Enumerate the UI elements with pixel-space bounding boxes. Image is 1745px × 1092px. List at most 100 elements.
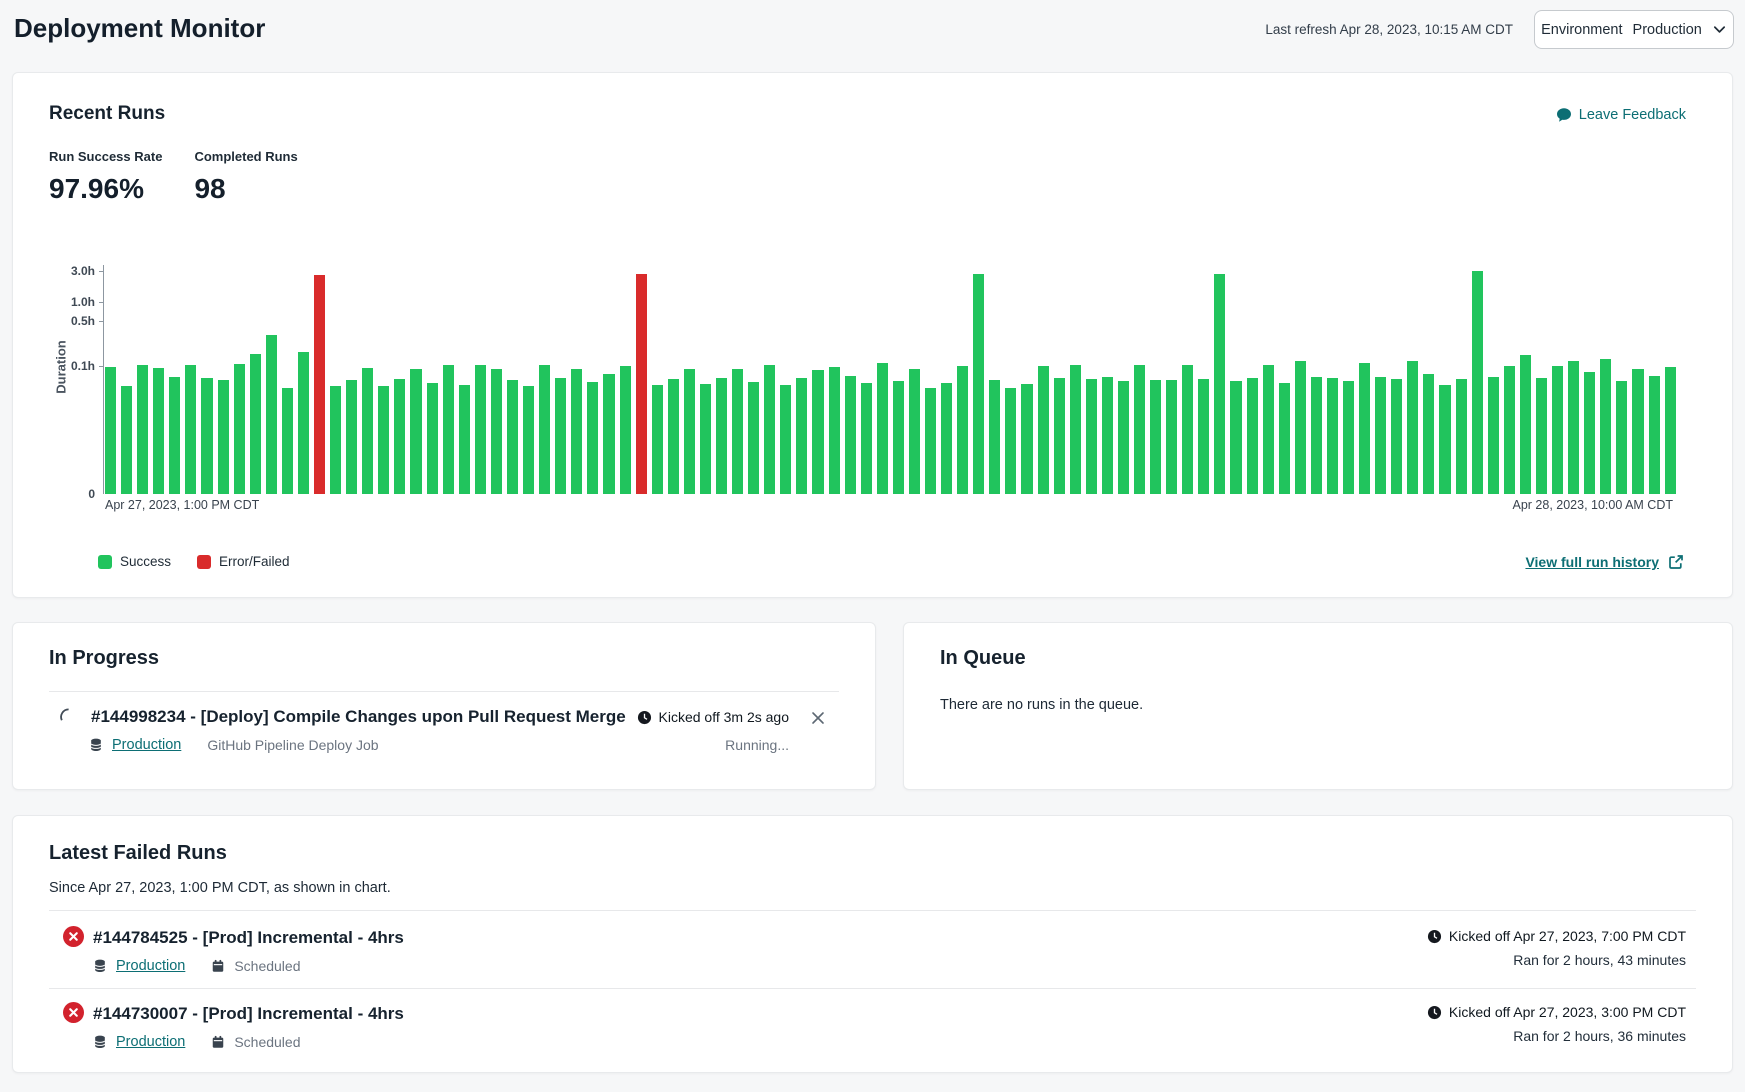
chart-bar[interactable] xyxy=(1343,381,1354,494)
chart-bar[interactable] xyxy=(1649,376,1660,494)
chart-bar[interactable] xyxy=(1263,365,1274,494)
chart-bar[interactable] xyxy=(780,385,791,494)
chart-bar[interactable] xyxy=(105,367,116,494)
chart-bar[interactable] xyxy=(298,352,309,494)
chart-bar[interactable] xyxy=(1488,377,1499,494)
view-full-run-history-link[interactable]: View full run history xyxy=(1525,554,1684,570)
chart-bar[interactable] xyxy=(941,383,952,494)
chart-bar[interactable] xyxy=(394,379,405,494)
chart-bar[interactable] xyxy=(362,368,373,494)
chart-bar[interactable] xyxy=(1038,366,1049,494)
chart-bar[interactable] xyxy=(1600,359,1611,494)
chart-bar[interactable] xyxy=(314,275,325,494)
chart-bar[interactable] xyxy=(266,335,277,494)
chart-bar[interactable] xyxy=(925,388,936,494)
chart-bar[interactable] xyxy=(1182,365,1193,494)
chart-bar[interactable] xyxy=(1327,378,1338,494)
chart-bar[interactable] xyxy=(620,366,631,494)
chart-bar[interactable] xyxy=(1472,271,1483,494)
chart-bar[interactable] xyxy=(700,384,711,494)
chart-bar[interactable] xyxy=(909,369,920,494)
environment-link[interactable]: Production xyxy=(112,737,181,753)
chart-bar[interactable] xyxy=(989,380,1000,494)
chart-bar[interactable] xyxy=(1134,365,1145,494)
chart-bar[interactable] xyxy=(973,274,984,494)
chart-bar[interactable] xyxy=(587,382,598,494)
chart-bar[interactable] xyxy=(636,274,647,494)
environment-link[interactable]: Production xyxy=(116,958,185,974)
chart-bar[interactable] xyxy=(1086,379,1097,494)
chart-bar[interactable] xyxy=(845,376,856,494)
chart-bar[interactable] xyxy=(539,365,550,494)
chart-bar[interactable] xyxy=(1279,383,1290,494)
environment-dropdown[interactable]: Environment Production xyxy=(1534,10,1734,49)
chart-bar[interactable] xyxy=(877,363,888,494)
chart-bar[interactable] xyxy=(652,385,663,494)
chart-bar[interactable] xyxy=(893,381,904,494)
chart-bar[interactable] xyxy=(121,386,132,494)
chart-bar[interactable] xyxy=(861,383,872,494)
chart-bar[interactable] xyxy=(1456,379,1467,494)
chart-bar[interactable] xyxy=(1632,369,1643,494)
chart-bar[interactable] xyxy=(1295,361,1306,494)
chart-bar[interactable] xyxy=(957,366,968,494)
chart-bar[interactable] xyxy=(218,380,229,494)
chart-bar[interactable] xyxy=(764,365,775,494)
chart-bar[interactable] xyxy=(555,378,566,494)
chart-bar[interactable] xyxy=(137,365,148,494)
chart-bar[interactable] xyxy=(475,365,486,494)
chart-bar[interactable] xyxy=(1230,381,1241,494)
chart-bar[interactable] xyxy=(169,377,180,494)
chart-bar[interactable] xyxy=(410,369,421,494)
chart-bar[interactable] xyxy=(796,378,807,494)
chart-bar[interactable] xyxy=(234,364,245,494)
chart-bar[interactable] xyxy=(1568,361,1579,494)
chart-bar[interactable] xyxy=(1021,384,1032,494)
chart-bar[interactable] xyxy=(378,386,389,494)
chart-bar[interactable] xyxy=(1005,388,1016,494)
chart-bar[interactable] xyxy=(1070,365,1081,494)
chart-bar[interactable] xyxy=(1536,378,1547,494)
chart-bar[interactable] xyxy=(330,386,341,494)
chart-bar[interactable] xyxy=(684,369,695,494)
chart-bar[interactable] xyxy=(443,365,454,494)
chart-bar[interactable] xyxy=(1054,378,1065,494)
chart-bar[interactable] xyxy=(282,388,293,494)
environment-link[interactable]: Production xyxy=(116,1034,185,1050)
chart-bar[interactable] xyxy=(201,378,212,494)
chart-bar[interactable] xyxy=(1616,381,1627,494)
chart-bar[interactable] xyxy=(1665,367,1676,494)
chart-bar[interactable] xyxy=(1198,379,1209,494)
leave-feedback-button[interactable]: Leave Feedback xyxy=(1556,107,1686,123)
chart-bar[interactable] xyxy=(668,379,679,494)
chart-bar[interactable] xyxy=(1584,372,1595,494)
chart-bar[interactable] xyxy=(1423,374,1434,494)
chart-bar[interactable] xyxy=(1118,381,1129,494)
chart-bar[interactable] xyxy=(1247,378,1258,494)
chart-bar[interactable] xyxy=(1214,274,1225,494)
chart-bar[interactable] xyxy=(491,369,502,494)
chart-bar[interactable] xyxy=(1311,377,1322,494)
chart-bar[interactable] xyxy=(732,369,743,494)
chart-bar[interactable] xyxy=(459,385,470,494)
chart-bar[interactable] xyxy=(1359,363,1370,494)
chart-bar[interactable] xyxy=(812,370,823,494)
chart-bar[interactable] xyxy=(507,380,518,494)
chart-bar[interactable] xyxy=(829,367,840,494)
chart-bar[interactable] xyxy=(1552,366,1563,494)
chart-bar[interactable] xyxy=(1375,377,1386,494)
chart-bar[interactable] xyxy=(1102,377,1113,494)
chart-bar[interactable] xyxy=(153,368,164,494)
chart-bar[interactable] xyxy=(346,380,357,494)
chart-bar[interactable] xyxy=(716,378,727,494)
chart-bar[interactable] xyxy=(1166,380,1177,494)
chart-bar[interactable] xyxy=(250,354,261,494)
chart-bar[interactable] xyxy=(523,386,534,494)
close-icon[interactable] xyxy=(811,711,825,725)
chart-bar[interactable] xyxy=(185,365,196,494)
chart-bar[interactable] xyxy=(1520,355,1531,494)
chart-bar[interactable] xyxy=(1150,380,1161,494)
chart-bar[interactable] xyxy=(427,383,438,494)
chart-bar[interactable] xyxy=(1504,366,1515,494)
chart-bar[interactable] xyxy=(571,369,582,494)
